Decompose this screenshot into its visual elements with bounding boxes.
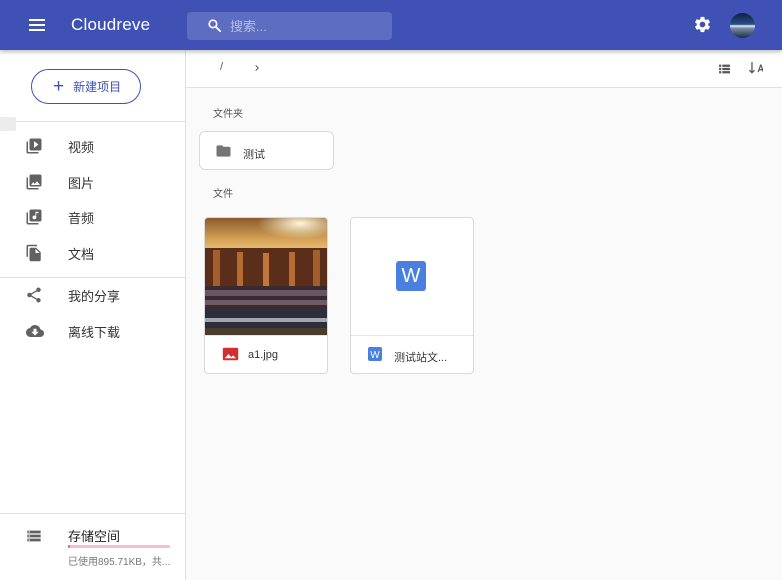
new-item-button[interactable]: + 新建项目 bbox=[31, 69, 141, 104]
path-toolbar: / bbox=[186, 50, 782, 88]
files-section-title: 文件 bbox=[213, 189, 233, 200]
image-thumbnail bbox=[205, 218, 327, 335]
folder-card[interactable]: 测试 bbox=[199, 131, 334, 170]
word-document-icon: W bbox=[396, 261, 426, 291]
folders-section-title: 文件夹 bbox=[213, 109, 243, 120]
list-view-icon[interactable] bbox=[718, 62, 731, 80]
settings-gear-icon[interactable] bbox=[693, 15, 712, 39]
sidebar-item-my-shares[interactable]: 我的分享 bbox=[0, 277, 185, 313]
sidebar-item-label: 视频 bbox=[68, 139, 95, 155]
folder-name: 测试 bbox=[243, 149, 265, 161]
video-library-icon bbox=[25, 137, 43, 155]
sidebar-item-images[interactable]: 图片 bbox=[0, 164, 185, 200]
sidebar-item-offline-download[interactable]: 离线下载 bbox=[0, 313, 185, 349]
app-title: Cloudreve bbox=[71, 15, 151, 34]
chevron-right-icon[interactable] bbox=[251, 61, 263, 80]
search-input[interactable] bbox=[230, 15, 385, 37]
menu-icon[interactable] bbox=[22, 13, 52, 37]
folder-icon bbox=[215, 144, 232, 163]
sidebar-item-label: 我的分享 bbox=[68, 288, 121, 304]
sidebar-item-audio[interactable]: 音频 bbox=[0, 199, 185, 235]
photo-library-icon bbox=[25, 173, 43, 191]
sidebar-item-label: 音频 bbox=[68, 210, 95, 226]
file-card-image[interactable]: a1.jpg bbox=[204, 217, 328, 374]
file-name: 测试站文... bbox=[394, 352, 448, 364]
library-music-icon bbox=[25, 208, 43, 226]
file-card-footer: W 测试站文... bbox=[351, 335, 473, 373]
document-thumbnail: W bbox=[351, 218, 473, 335]
search-box[interactable] bbox=[187, 12, 392, 40]
breadcrumb-root[interactable]: / bbox=[220, 61, 223, 73]
user-avatar[interactable] bbox=[730, 13, 755, 38]
plus-icon: + bbox=[53, 75, 65, 97]
file-copy-icon bbox=[25, 244, 43, 262]
sidebar: + 新建项目 视频 图片 音频 文档 我的分享 离线下载 存储空间 已使用895… bbox=[0, 50, 186, 580]
storage-panel: 存储空间 已使用895.71KB，共... bbox=[0, 514, 185, 580]
sort-icon[interactable] bbox=[749, 61, 765, 80]
storage-icon bbox=[25, 528, 43, 549]
new-item-label: 新建项目 bbox=[73, 80, 122, 94]
sidebar-item-label: 图片 bbox=[68, 175, 95, 191]
storage-usage-text: 已使用895.71KB，共... bbox=[68, 557, 171, 568]
cloud-download-icon bbox=[25, 322, 44, 340]
sidebar-divider bbox=[0, 121, 185, 122]
svg-text:W: W bbox=[370, 350, 380, 361]
storage-label: 存储空间 bbox=[68, 529, 121, 544]
file-name: a1.jpg bbox=[248, 349, 278, 361]
image-file-icon bbox=[222, 347, 239, 366]
word-file-icon: W bbox=[368, 347, 382, 366]
storage-progress-bar bbox=[68, 545, 170, 548]
share-icon bbox=[25, 286, 43, 304]
file-card-footer: a1.jpg bbox=[205, 335, 327, 373]
sidebar-item-documents[interactable]: 文档 bbox=[0, 235, 185, 271]
sidebar-item-label: 离线下载 bbox=[68, 324, 121, 340]
file-card-document[interactable]: W W 测试站文... bbox=[350, 217, 474, 374]
sidebar-item-video[interactable]: 视频 bbox=[0, 128, 185, 164]
sidebar-item-label: 文档 bbox=[68, 246, 95, 262]
search-icon bbox=[207, 18, 222, 38]
app-bar: Cloudreve bbox=[0, 0, 782, 50]
